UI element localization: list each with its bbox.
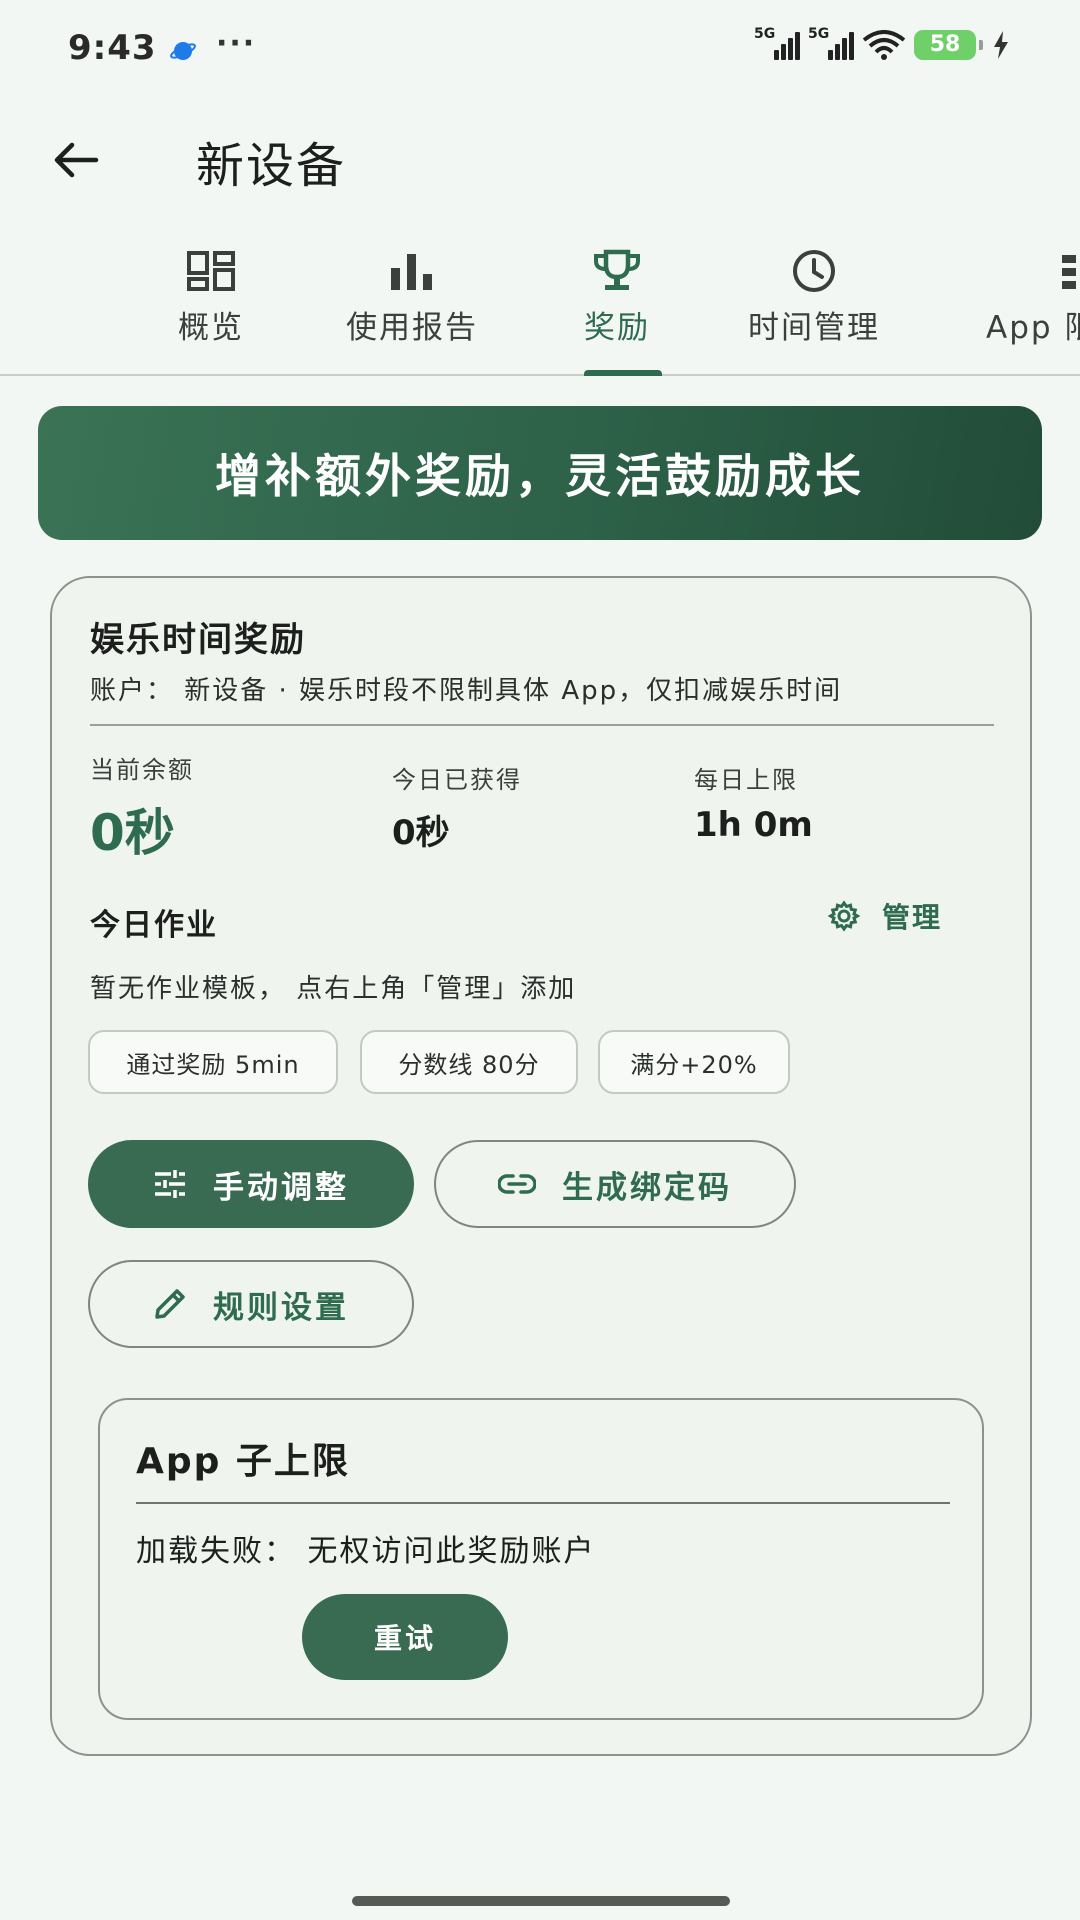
pass-reward-chip: 通过奖励 5min — [88, 1030, 338, 1094]
status-indicators: 5G 5G 58 — [754, 26, 1010, 60]
tab-label: App 限 — [986, 310, 1080, 346]
active-tab-indicator — [584, 370, 662, 376]
trophy-icon — [594, 249, 640, 290]
divider — [90, 724, 994, 726]
button-label: 手动调整 — [213, 1169, 349, 1206]
reward-card: 娱乐时间奖励 账户： 新设备 · 娱乐时段不限制具体 App，仅扣减娱乐时间 当… — [50, 576, 1032, 1756]
card-subtitle: 账户： 新设备 · 娱乐时段不限制具体 App，仅扣减娱乐时间 — [90, 676, 843, 706]
clock-icon — [793, 250, 835, 292]
stat-daily-limit: 每日上限 1h 0m — [694, 760, 813, 845]
stat-value: 0秒 — [392, 813, 450, 853]
homework-empty-text: 暂无作业模板， 点右上角「管理」添加 — [90, 974, 577, 1004]
screen: 9:43 ··· 5G 5G 58 新设备 概览 使用报告 奖励 时间管理 Ap… — [0, 0, 1080, 1920]
generate-bind-code-button[interactable]: 生成绑定码 — [434, 1140, 796, 1228]
promo-banner: 增补额外奖励，灵活鼓励成长 — [38, 406, 1042, 540]
back-button[interactable] — [46, 130, 106, 190]
stat-label: 今日已获得 — [392, 766, 522, 794]
homework-title: 今日作业 — [90, 908, 218, 943]
manual-adjust-button[interactable]: 手动调整 — [88, 1140, 414, 1228]
rule-settings-button[interactable]: 规则设置 — [88, 1260, 414, 1348]
gesture-nav-handle[interactable] — [352, 1896, 730, 1906]
manage-label: 管理 — [882, 901, 943, 934]
status-time: 9:43 — [68, 28, 157, 68]
tab-overview[interactable]: 概览 — [178, 248, 244, 347]
signal-icon: 5G — [754, 26, 800, 60]
signal-icon: 5G — [808, 26, 854, 60]
sub-card-title: App 子上限 — [136, 1441, 350, 1482]
retry-button[interactable]: 重试 — [302, 1594, 508, 1680]
error-message: 加载失败： 无权访问此奖励账户 — [136, 1534, 596, 1569]
status-bar: 9:43 ··· 5G 5G 58 — [0, 0, 1080, 100]
tab-label: 使用报告 — [346, 310, 478, 346]
manage-button[interactable]: 管理 — [828, 896, 942, 936]
pencil-icon — [155, 1289, 185, 1319]
link-icon — [498, 1174, 536, 1194]
score-line-chip: 分数线 80分 — [360, 1030, 578, 1094]
tune-icon — [155, 1170, 185, 1198]
arrow-left-icon — [54, 142, 99, 178]
charging-icon — [994, 31, 1008, 59]
stat-current-balance: 当前余额 0秒 — [90, 750, 194, 865]
status-more-dots: ··· — [216, 26, 257, 61]
button-label: 规则设置 — [213, 1289, 349, 1326]
tab-rewards[interactable]: 奖励 — [584, 248, 650, 347]
button-label: 重试 — [373, 1622, 436, 1655]
tab-label: 奖励 — [584, 310, 650, 346]
stat-value: 1h 0m — [694, 805, 813, 845]
tab-usage-report[interactable]: 使用报告 — [346, 248, 478, 347]
full-score-bonus-chip: 满分+20% — [598, 1030, 790, 1094]
stat-label: 每日上限 — [694, 766, 798, 794]
planet-icon — [170, 42, 196, 60]
stat-earned-today: 今日已获得 0秒 — [392, 760, 522, 854]
battery-icon: 58 — [914, 30, 983, 60]
tab-label: 概览 — [178, 310, 244, 346]
tab-label: 时间管理 — [748, 310, 880, 346]
gear-icon — [828, 900, 860, 932]
dashboard-icon — [187, 251, 235, 291]
tab-app-limit[interactable]: App 限 — [986, 248, 1080, 347]
banner-text: 增补额外奖励，灵活鼓励成长 — [215, 449, 865, 503]
network-type-label: 5G — [808, 26, 830, 42]
wifi-icon — [862, 30, 906, 60]
page-title: 新设备 — [196, 138, 347, 194]
tab-bar: 概览 使用报告 奖励 时间管理 App — [0, 232, 1080, 376]
app-bar: 新设备 — [0, 100, 1080, 220]
tab-time-management[interactable]: 时间管理 — [748, 248, 880, 347]
network-type-label: 5G — [754, 26, 776, 42]
stat-value: 0秒 — [90, 804, 175, 862]
list-icon — [1062, 255, 1076, 289]
bar-chart-icon — [391, 254, 432, 290]
divider — [136, 1502, 950, 1504]
app-sub-limit-card: App 子上限 加载失败： 无权访问此奖励账户 重试 — [98, 1398, 984, 1720]
button-label: 生成绑定码 — [562, 1169, 732, 1206]
stat-label: 当前余额 — [90, 756, 194, 784]
card-title: 娱乐时间奖励 — [90, 620, 306, 660]
